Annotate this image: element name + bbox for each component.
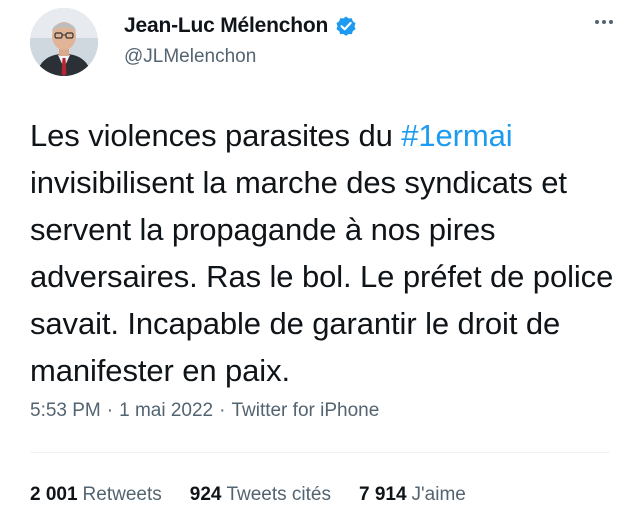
stat-retweets[interactable]: 2 001 Retweets [30,484,162,506]
tweet-text-before: Les violences parasites du [30,118,402,153]
quotes-count: 924 [189,484,222,505]
engagement-stats: 2 001 Retweets 924 Tweets cités 7 914 J'… [30,484,494,506]
tweet-text-after: invisibilisent la marche des syndicats e… [30,165,614,388]
name-row: Jean-Luc Mélenchon [124,12,358,40]
likes-label: J'aime [411,484,466,505]
meta-separator: · [219,400,226,421]
divider [30,452,610,453]
tweet-text: Les violences parasites du #1ermai invis… [30,112,630,394]
retweets-count: 2 001 [30,484,78,505]
more-options-icon[interactable] [590,12,618,32]
tweet-time[interactable]: 5:53 PM [30,400,101,422]
stat-likes[interactable]: 7 914 J'aime [359,484,466,506]
avatar[interactable] [30,8,98,76]
author-handle[interactable]: @JLMelenchon [124,46,358,68]
avatar-portrait [30,8,98,76]
author-display-name[interactable]: Jean-Luc Mélenchon [124,14,328,38]
tweet-card: Jean-Luc Mélenchon @JLMelenchon Les viol… [0,0,640,508]
meta-separator: · [106,400,114,421]
hashtag-link[interactable]: #1ermai [401,118,512,153]
author-block: Jean-Luc Mélenchon @JLMelenchon [124,12,358,68]
tweet-date[interactable]: 1 mai 2022 [119,400,213,422]
tweet-meta: 5:53 PM · 1 mai 2022 · Twitter for iPhon… [30,400,379,422]
verified-badge-icon [334,14,358,38]
retweets-label: Retweets [82,484,162,505]
tweet-source[interactable]: Twitter for iPhone [231,400,379,422]
quotes-label: Tweets cités [226,484,331,505]
likes-count: 7 914 [359,484,407,505]
stat-quotes[interactable]: 924 Tweets cités [190,484,331,506]
